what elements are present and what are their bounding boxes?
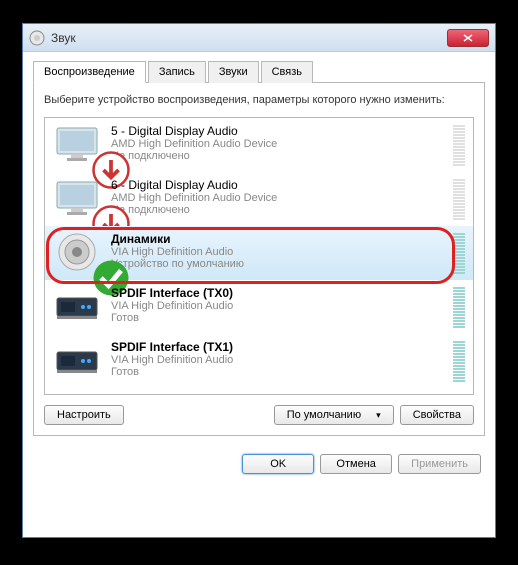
tab-panel: Выберите устройство воспроизведения, пар… xyxy=(33,83,485,436)
device-name: 6 - Digital Display Audio xyxy=(111,178,449,192)
titlebar[interactable]: Звук xyxy=(23,24,495,52)
device-item[interactable]: SPDIF Interface (TX1)VIA High Definition… xyxy=(45,334,473,388)
device-item[interactable]: 6 - Digital Display AudioAMD High Defini… xyxy=(45,172,473,226)
sound-icon xyxy=(29,30,45,46)
device-name: SPDIF Interface (TX1) xyxy=(111,340,449,354)
speaker-icon xyxy=(53,232,101,272)
device-desc: AMD High Definition Audio Device xyxy=(111,192,449,204)
device-list[interactable]: 5 - Digital Display AudioAMD High Defini… xyxy=(44,117,474,395)
set-default-button[interactable]: По умолчанию xyxy=(274,405,394,425)
tab-3[interactable]: Связь xyxy=(261,61,313,83)
close-button[interactable] xyxy=(447,29,489,47)
device-desc: VIA High Definition Audio xyxy=(111,300,449,312)
tab-1[interactable]: Запись xyxy=(148,61,206,83)
spdif-icon xyxy=(53,286,101,326)
device-info: 5 - Digital Display AudioAMD High Defini… xyxy=(111,124,449,162)
device-desc: VIA High Definition Audio xyxy=(111,246,449,258)
set-default-label: По умолчанию xyxy=(287,409,361,421)
tab-2[interactable]: Звуки xyxy=(208,61,259,83)
spdif-icon xyxy=(53,340,101,380)
ok-button[interactable]: OK xyxy=(242,454,314,474)
device-item[interactable]: 5 - Digital Display AudioAMD High Defini… xyxy=(45,118,473,172)
device-name: Динамики xyxy=(111,232,449,246)
device-status: Не подключено xyxy=(111,204,449,216)
button-row: Настроить По умолчанию Свойства xyxy=(44,405,474,425)
level-meter xyxy=(453,178,465,220)
device-info: ДинамикиVIA High Definition AudioУстройс… xyxy=(111,232,449,270)
properties-button[interactable]: Свойства xyxy=(400,405,474,425)
apply-button[interactable]: Применить xyxy=(398,454,481,474)
device-desc: AMD High Definition Audio Device xyxy=(111,138,449,150)
device-status: Не подключено xyxy=(111,150,449,162)
level-meter xyxy=(453,124,465,166)
monitor-icon xyxy=(53,178,101,218)
device-status: Готов xyxy=(111,312,449,324)
window-title: Звук xyxy=(51,31,447,45)
monitor-icon xyxy=(53,124,101,164)
device-name: SPDIF Interface (TX0) xyxy=(111,286,449,300)
device-status: Устройство по умолчанию xyxy=(111,258,449,270)
dialog-buttons: OK Отмена Применить xyxy=(23,444,495,486)
level-meter xyxy=(453,232,465,274)
status-overlay-down-icon xyxy=(87,150,103,166)
device-desc: VIA High Definition Audio xyxy=(111,354,449,366)
device-item[interactable]: SPDIF Interface (TX0)VIA High Definition… xyxy=(45,280,473,334)
tab-0[interactable]: Воспроизведение xyxy=(33,61,146,83)
device-item[interactable]: ДинамикиVIA High Definition AudioУстройс… xyxy=(45,226,473,280)
status-overlay-check-icon xyxy=(87,258,103,274)
tab-strip: ВоспроизведениеЗаписьЗвукиСвязь xyxy=(33,60,485,83)
level-meter xyxy=(453,340,465,382)
level-meter xyxy=(453,286,465,328)
configure-button[interactable]: Настроить xyxy=(44,405,124,425)
sound-dialog: Звук ВоспроизведениеЗаписьЗвукиСвязь Выб… xyxy=(22,23,496,538)
device-info: SPDIF Interface (TX0)VIA High Definition… xyxy=(111,286,449,324)
content-area: ВоспроизведениеЗаписьЗвукиСвязь Выберите… xyxy=(23,52,495,444)
device-name: 5 - Digital Display Audio xyxy=(111,124,449,138)
device-info: SPDIF Interface (TX1)VIA High Definition… xyxy=(111,340,449,378)
device-status: Готов xyxy=(111,366,449,378)
device-info: 6 - Digital Display AudioAMD High Defini… xyxy=(111,178,449,216)
status-overlay-down-icon xyxy=(87,204,103,220)
instruction-text: Выберите устройство воспроизведения, пар… xyxy=(44,93,474,107)
cancel-button[interactable]: Отмена xyxy=(320,454,392,474)
